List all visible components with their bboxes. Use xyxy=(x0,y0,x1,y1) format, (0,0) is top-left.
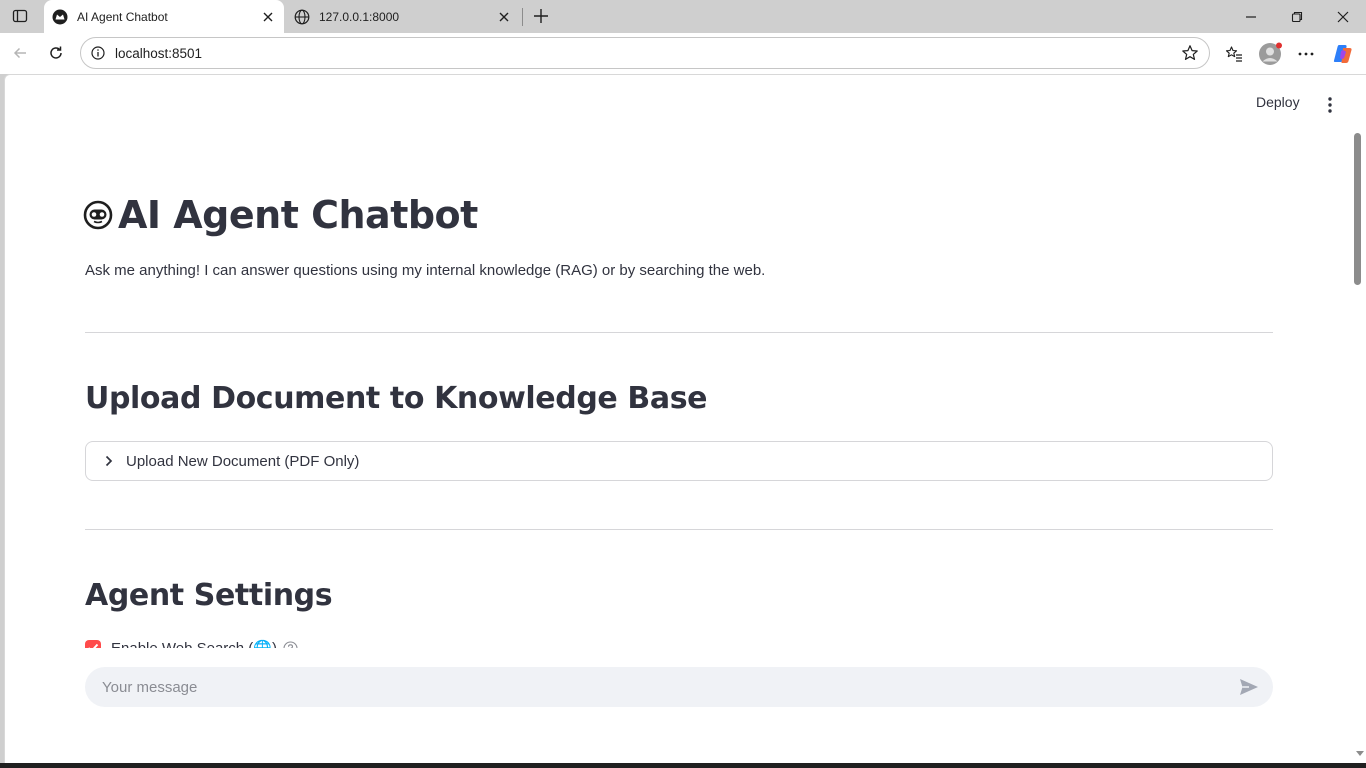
taskbar-edge xyxy=(0,763,1366,768)
page-subtitle: Ask me anything! I can answer questions … xyxy=(85,262,766,279)
chat-message-input[interactable] xyxy=(102,678,1237,696)
tab-localhost-8000[interactable]: 127.0.0.1:8000 xyxy=(286,0,520,33)
chevron-right-icon xyxy=(102,454,116,468)
section-divider xyxy=(85,332,1273,333)
chat-input-box[interactable] xyxy=(85,667,1273,707)
new-tab-icon[interactable] xyxy=(530,5,552,27)
streamlit-page: Deploy AI Agent Chatbot Ask me anything!… xyxy=(4,74,1366,763)
site-info-icon[interactable] xyxy=(90,45,106,61)
address-bar[interactable]: localhost:8501 xyxy=(80,37,1210,69)
profile-avatar-icon[interactable] xyxy=(1256,40,1284,68)
favorites-list-icon[interactable] xyxy=(1220,40,1248,68)
minimize-icon[interactable] xyxy=(1228,0,1274,33)
tab-separator xyxy=(522,8,523,26)
scroll-down-arrow-icon[interactable] xyxy=(1355,749,1365,757)
expander-label: Upload New Document (PDF Only) xyxy=(126,452,360,470)
tab-actions-icon[interactable] xyxy=(6,4,34,28)
globe-icon xyxy=(294,9,310,25)
close-window-icon[interactable] xyxy=(1320,0,1366,33)
section-divider xyxy=(85,529,1273,530)
scrollbar-thumb[interactable] xyxy=(1354,133,1361,285)
deploy-button[interactable]: Deploy xyxy=(1256,94,1300,110)
tab-title: AI Agent Chatbot xyxy=(77,9,168,24)
browser-toolbar: localhost:8501 xyxy=(0,33,1366,74)
page-title: AI Agent Chatbot xyxy=(82,193,478,237)
agent-settings-heading: Agent Settings xyxy=(85,578,333,613)
tab-ai-agent-chatbot[interactable]: AI Agent Chatbot xyxy=(44,0,284,33)
robot-face-icon xyxy=(82,199,114,231)
upload-section-heading: Upload Document to Knowledge Base xyxy=(85,381,708,416)
tab-title: 127.0.0.1:8000 xyxy=(319,9,400,24)
tab-strip: AI Agent Chatbot 127.0.0.1:8000 xyxy=(0,0,1366,33)
copilot-icon[interactable] xyxy=(1329,40,1357,68)
send-icon[interactable] xyxy=(1237,675,1261,699)
page-title-text: AI Agent Chatbot xyxy=(118,193,478,237)
favorite-star-icon[interactable] xyxy=(1180,43,1200,63)
close-tab-icon[interactable] xyxy=(494,7,514,27)
url-text: localhost:8501 xyxy=(115,45,203,61)
more-options-icon[interactable] xyxy=(1292,40,1320,68)
streamlit-favicon-icon xyxy=(52,9,68,25)
reload-icon[interactable] xyxy=(42,39,70,67)
back-arrow-icon[interactable] xyxy=(6,39,34,67)
app-menu-icon[interactable] xyxy=(1323,94,1337,116)
close-tab-icon[interactable] xyxy=(258,7,278,27)
upload-document-expander[interactable]: Upload New Document (PDF Only) xyxy=(85,441,1273,481)
restore-icon[interactable] xyxy=(1274,0,1320,33)
